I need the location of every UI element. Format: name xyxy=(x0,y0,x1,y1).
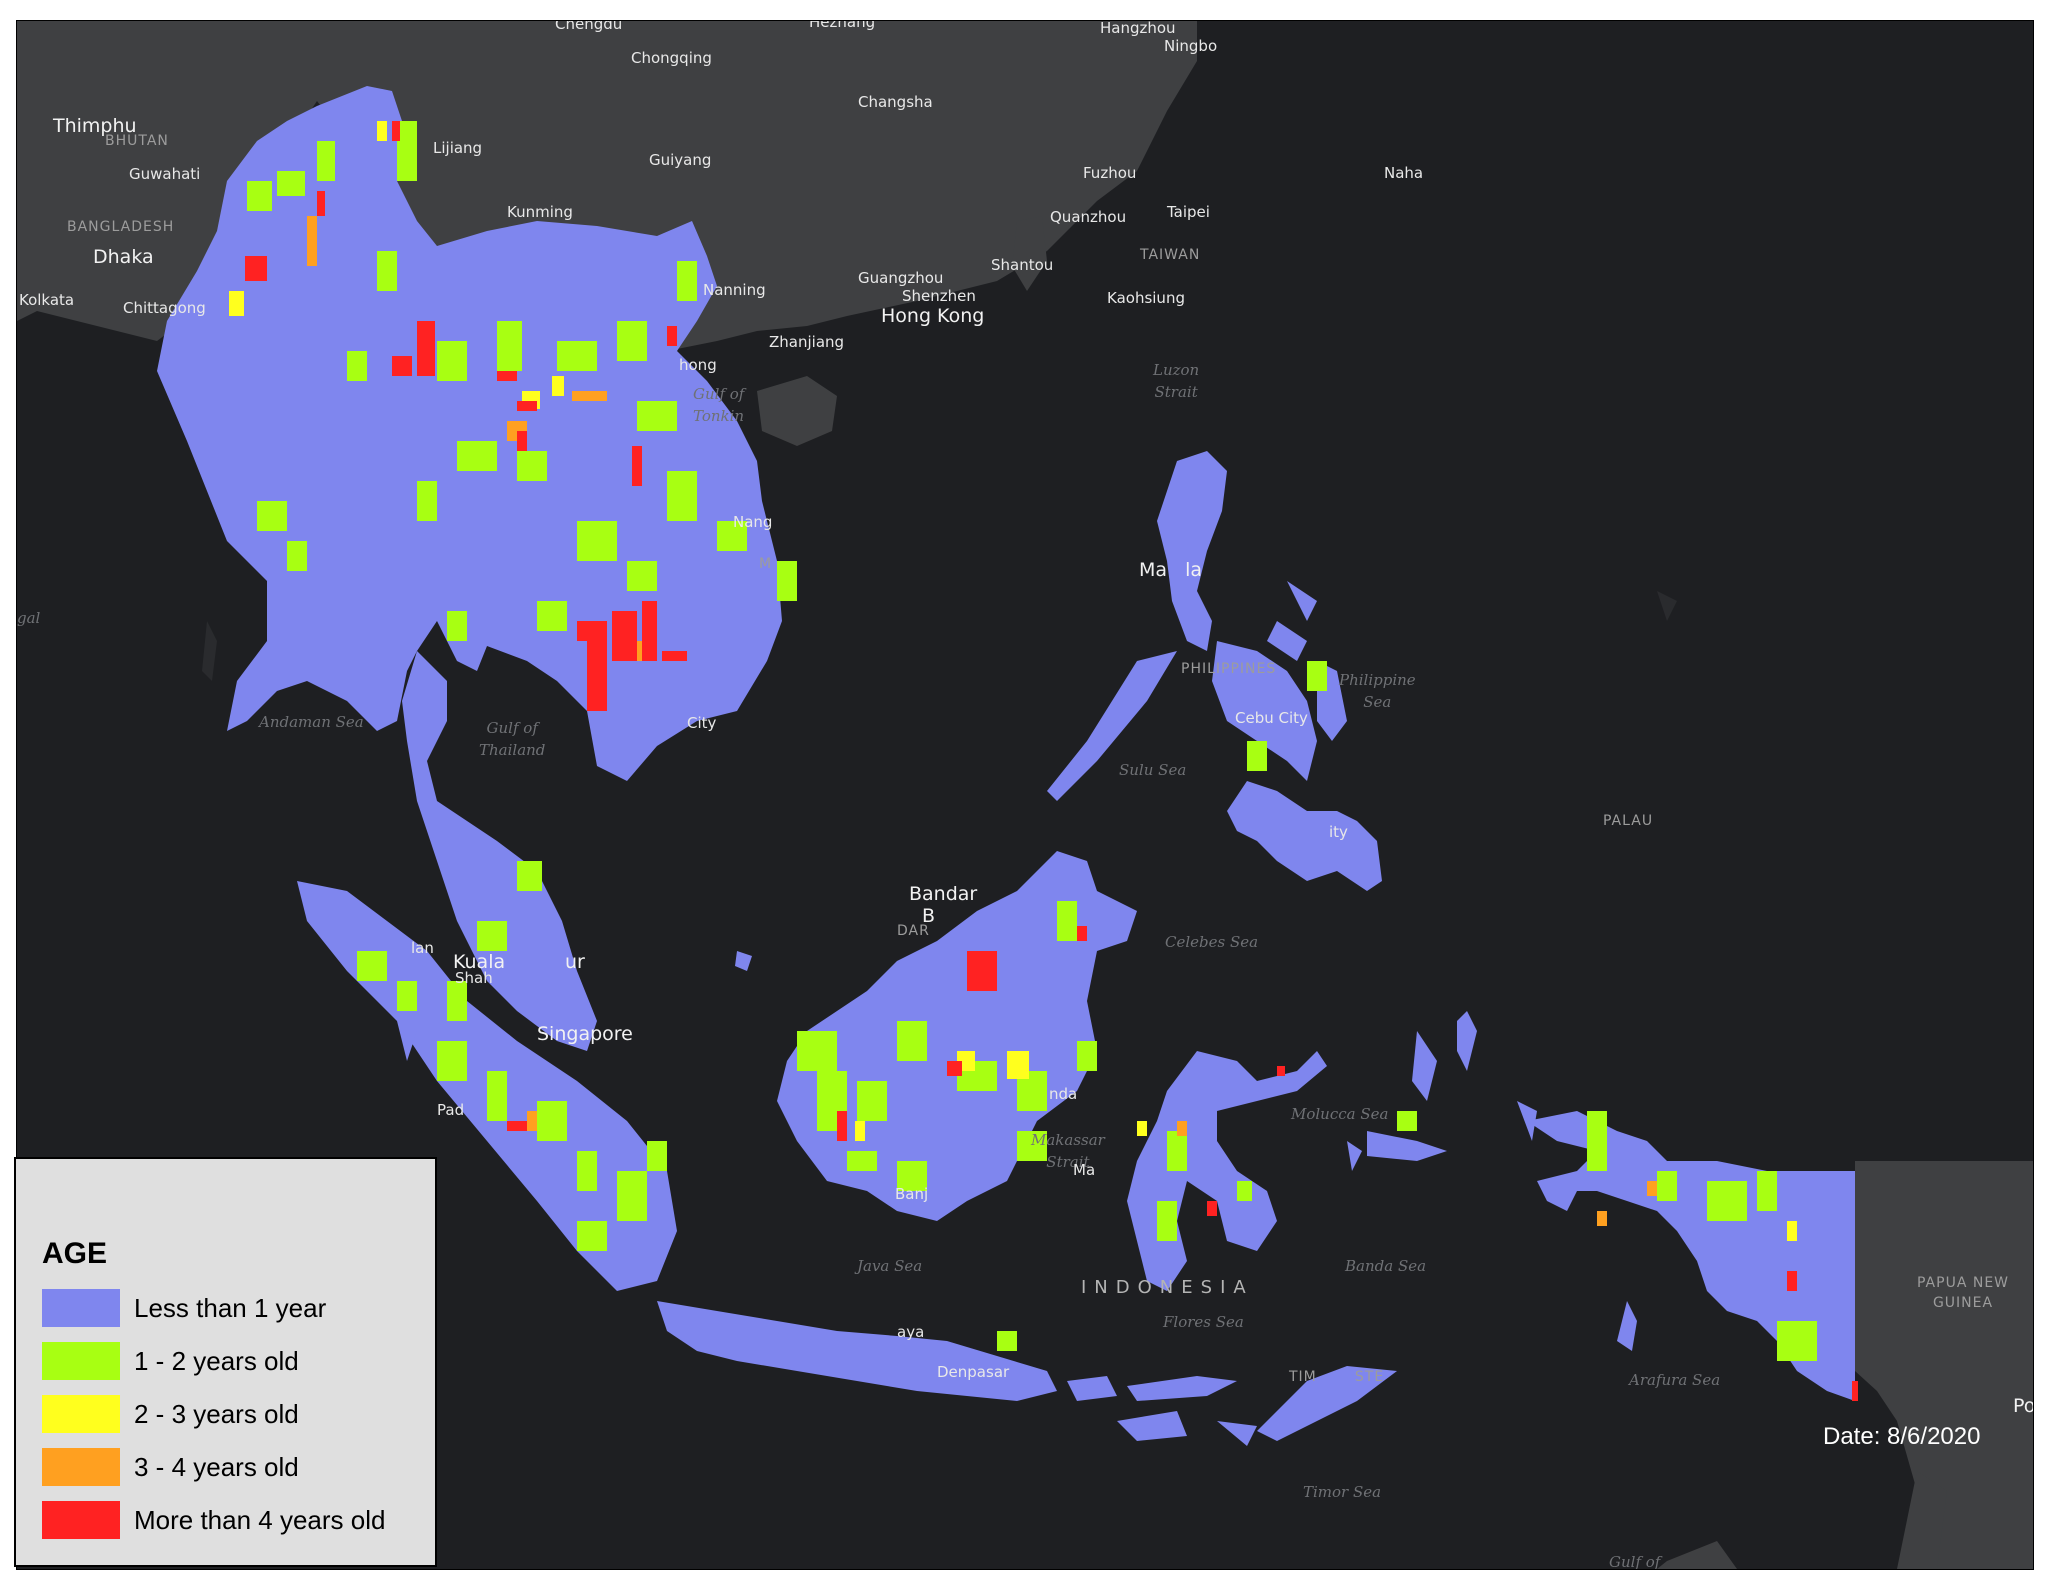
label-molucca-sea: Molucca Sea xyxy=(1291,1105,1389,1123)
label-hezhang: Hezhang xyxy=(809,20,876,31)
label-timor-leste: TIM STE xyxy=(1289,1369,1385,1385)
label-nanning: Nanning xyxy=(703,281,766,299)
label-makassar: Ma xyxy=(1073,1161,1096,1179)
label-chengdu: Chengdu xyxy=(555,20,623,33)
legend-label: 3 - 4 years old xyxy=(134,1451,299,1482)
label-lijiang: Lijiang xyxy=(433,139,483,157)
label-davao-city: ity xyxy=(1329,823,1348,841)
label-bhutan: BHUTAN xyxy=(105,133,169,149)
label-brunei: DAR xyxy=(897,923,930,939)
legend-label: More than 4 years old xyxy=(134,1504,386,1535)
date-label: Date: 8/6/2020 xyxy=(1823,1423,1981,1450)
label-changsha: Changsha xyxy=(858,93,933,111)
legend-label: 2 - 3 years old xyxy=(134,1398,299,1429)
legend-swatch-3-4-years xyxy=(42,1448,120,1486)
label-taiwan: TAIWAN xyxy=(1140,247,1201,263)
label-dhaka: Dhaka xyxy=(93,246,154,268)
label-kunming: Kunming xyxy=(507,203,573,221)
label-padang: Pad xyxy=(437,1101,465,1119)
label-denpasar: Denpasar xyxy=(937,1363,1010,1381)
label-andaman-sea: Andaman Sea xyxy=(259,713,364,731)
label-da-nang: Nang xyxy=(733,513,773,531)
legend-label: 1 - 2 years old xyxy=(134,1345,299,1376)
legend-swatch-less-than-1-year xyxy=(42,1289,120,1327)
label-cebu-city: Cebu City xyxy=(1235,709,1308,727)
label-quanzhou: Quanzhou xyxy=(1050,208,1127,226)
label-banda-sea: Banda Sea xyxy=(1345,1257,1427,1275)
legend-item-3-4-years: 3 - 4 years old xyxy=(42,1448,299,1486)
label-lan: lan xyxy=(411,939,434,957)
legend-title: AGE xyxy=(42,1237,108,1270)
label-indonesia: INDONESIA xyxy=(1081,1277,1254,1298)
legend-item-less-than-1-year: Less than 1 year xyxy=(42,1289,326,1327)
label-fuzhou: Fuzhou xyxy=(1083,164,1137,182)
label-timor-sea: Timor Sea xyxy=(1303,1483,1382,1501)
label-guangzhou: Guangzhou xyxy=(858,269,944,287)
label-philippine-sea: Philippine Sea xyxy=(1339,671,1416,711)
label-gulf-of-tonkin: Gulf of Tonkin xyxy=(693,385,745,425)
label-sulu-sea: Sulu Sea xyxy=(1119,761,1187,779)
label-shantou: Shantou xyxy=(991,256,1054,274)
label-gulf-of-thailand: Gulf of Thailand xyxy=(479,719,546,759)
label-port-moresby: Po xyxy=(2013,1395,2034,1417)
label-celebes-sea: Celebes Sea xyxy=(1165,933,1259,951)
label-java-sea: Java Sea xyxy=(857,1257,923,1275)
label-zhanjiang: Zhanjiang xyxy=(769,333,845,351)
legend-item-1-2-years: 1 - 2 years old xyxy=(42,1342,299,1380)
label-kaohsiung: Kaohsiung xyxy=(1107,289,1185,307)
label-papua-new-guinea: PAPUA NEW GUINEA xyxy=(1917,1275,2010,1311)
legend-label: Less than 1 year xyxy=(134,1292,327,1323)
label-shah-alam: Shah xyxy=(455,969,493,987)
label-palau: PALAU xyxy=(1603,813,1654,829)
legend-item-more-than-4-years: More than 4 years old xyxy=(42,1501,385,1539)
label-chittagong: Chittagong xyxy=(123,299,206,317)
label-chongqing: Chongqing xyxy=(631,49,712,67)
legend-swatch-2-3-years xyxy=(42,1395,120,1433)
label-hong: hong xyxy=(679,356,717,374)
label-philippines: PHILIPPINES xyxy=(1181,661,1277,677)
legend-item-2-3-years: 2 - 3 years old xyxy=(42,1395,299,1433)
label-guiyang: Guiyang xyxy=(649,151,712,169)
label-hong-kong: Hong Kong xyxy=(881,305,985,327)
label-singapore: Singapore xyxy=(537,1023,633,1045)
label-bandar: Bandar xyxy=(909,883,978,905)
label-kolkata: Kolkata xyxy=(19,291,75,309)
label-guwahati: Guwahati xyxy=(129,165,201,183)
label-kuala-lumpur: ur xyxy=(565,951,585,973)
label-vietnam: M xyxy=(759,556,773,572)
label-naha: Naha xyxy=(1384,164,1424,182)
label-luzon-strait: Luzon Strait xyxy=(1153,361,1200,401)
label-surabaya: aya xyxy=(897,1323,925,1341)
label-arafura-sea: Arafura Sea xyxy=(1629,1371,1721,1389)
label-hangzhou: Hangzhou xyxy=(1100,20,1176,37)
label-shenzhen: Shenzhen xyxy=(902,287,976,305)
label-manila: Ma la xyxy=(1139,559,1203,581)
legend-swatch-1-2-years xyxy=(42,1342,120,1380)
legend-panel: AGE Less than 1 year 1 - 2 years old 2 -… xyxy=(14,1157,437,1567)
label-gulf-of: Gulf of xyxy=(1609,1553,1661,1570)
label-ningbo: Ningbo xyxy=(1164,37,1218,55)
label-banjarmasin: Banj xyxy=(895,1185,929,1203)
label-ho-chi-minh-city: City xyxy=(687,714,717,732)
label-flores-sea: Flores Sea xyxy=(1163,1313,1244,1331)
label-taipei: Taipei xyxy=(1167,203,1210,221)
legend-swatch-more-than-4-years xyxy=(42,1501,120,1539)
label-bangladesh: BANGLADESH xyxy=(67,219,175,235)
label-samarinda: nda xyxy=(1049,1085,1078,1103)
label-bengal: gal xyxy=(17,609,41,627)
